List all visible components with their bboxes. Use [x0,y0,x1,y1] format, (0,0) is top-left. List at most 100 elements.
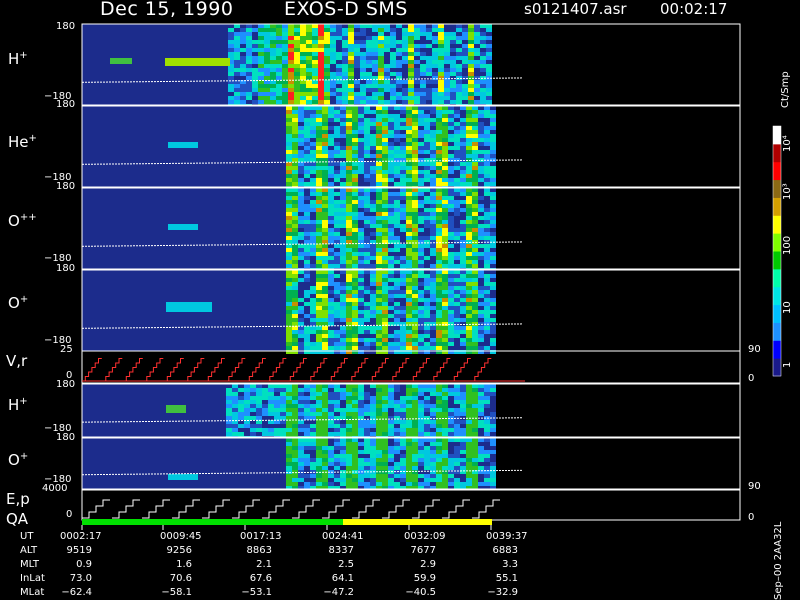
spectrogram-cell [394,260,400,264]
spectrogram-cell [376,306,382,310]
spectrogram-cell [334,154,340,158]
spectrogram-cell [450,36,456,40]
spectrogram-cell [270,60,276,64]
spectrogram-cell [310,330,316,334]
spectrogram-cell [352,400,358,404]
spectrogram-cell [400,114,406,118]
spectrogram-cell [382,474,388,478]
spectrogram-cell [466,432,472,436]
spectrogram-cell [430,208,436,212]
spectrogram-cell [382,420,388,424]
spectrogram-cell [226,400,232,404]
spectrogram-cell [276,72,282,76]
spectrogram-cell [402,92,408,96]
velocity-sweep-trace [205,358,225,382]
spectrogram-cell [376,286,382,290]
spectrogram-cell [484,282,490,286]
spectrogram-cell [394,400,400,404]
spectrogram-cell [292,270,298,274]
spectrogram-cell [346,216,352,220]
spectrogram-cell [334,138,340,142]
spectrogram-cell [478,346,484,350]
spectrogram-cell [490,166,496,170]
spectrogram-cell [364,208,370,212]
spectrogram-cell [286,442,292,446]
table-cell: −62.4 [61,587,92,598]
spectrogram-cell [304,346,310,350]
spectrogram-cell [438,96,444,100]
spectrogram-cell [352,294,358,298]
spectrogram-cell [474,84,480,88]
spectrogram-cell [460,302,466,306]
spectrogram-cell [292,396,298,400]
spectrogram-cell [334,204,340,208]
spectrogram-cell [490,274,496,278]
spectrogram-cell [286,384,292,388]
spectrogram-cell [408,28,414,32]
spectrogram-cell [454,346,460,350]
spectrogram-cell [262,428,268,432]
spectrogram-cell [406,298,412,302]
spectrogram-cell [334,166,340,170]
spectrogram-cell [352,306,358,310]
spectrogram-cell [408,84,414,88]
spectrogram-cell [318,60,324,64]
spectrogram-cell [232,428,238,432]
spectrogram-cell [298,170,304,174]
spectrogram-cell [298,216,304,220]
spectrogram-cell [334,232,340,236]
spectrogram-cell [426,56,432,60]
spectrogram-cell [402,56,408,60]
spectrogram-cell [388,462,394,466]
spectrogram-cell [448,170,454,174]
spectrogram-cell [388,138,394,142]
spectrogram-cell [288,56,294,60]
spectrogram-cell [466,220,472,224]
spectrogram-cell [372,88,378,92]
spectrogram-cell [370,192,376,196]
spectrogram-cell [466,454,472,458]
spectrogram-cell [358,428,364,432]
spectrogram-cell [448,446,454,450]
spectrogram-cell [234,44,240,48]
spectrogram-cell [366,32,372,36]
spectrogram-cell [364,264,370,268]
spectrogram-cell [292,450,298,454]
spectrogram-cell [400,290,406,294]
spectrogram-cell [484,188,490,192]
spectrogram-cell [460,240,466,244]
spectrogram-cell [352,442,358,446]
spectrogram-cell [324,48,330,52]
spectrogram-cell [276,64,282,68]
spectrogram-cell [246,60,252,64]
spectrogram-cell [472,196,478,200]
spectrogram-cell [396,28,402,32]
spectrogram-cell [364,432,370,436]
spectrogram-cell [304,298,310,302]
spectrogram-cell [472,244,478,248]
spectrogram-cell [472,286,478,290]
spectrogram-cell [316,446,322,450]
spectrogram-cell [480,32,486,36]
spectrogram-cell [376,478,382,482]
spectrogram-cell [460,260,466,264]
spectrogram-cell [396,52,402,56]
spectrogram-cell [310,114,316,118]
spectrogram-cell [328,110,334,114]
spectrogram-cell [336,40,342,44]
spectrogram-cell [292,408,298,412]
spectrogram-cell [478,178,484,182]
spectrogram-cell [388,220,394,224]
spectrogram-cell [442,454,448,458]
spectrogram-cell [304,240,310,244]
spectrogram-cell [466,474,472,478]
spectrogram-cell [436,192,442,196]
spectrogram-cell [454,408,460,412]
spectrogram-cell [282,60,288,64]
spectrogram-cell [484,404,490,408]
spectrogram-cell [234,84,240,88]
spectrogram-cell [252,68,258,72]
spectrogram-cell [304,212,310,216]
spectrogram-cell [304,482,310,486]
spectrogram-cell [478,170,484,174]
